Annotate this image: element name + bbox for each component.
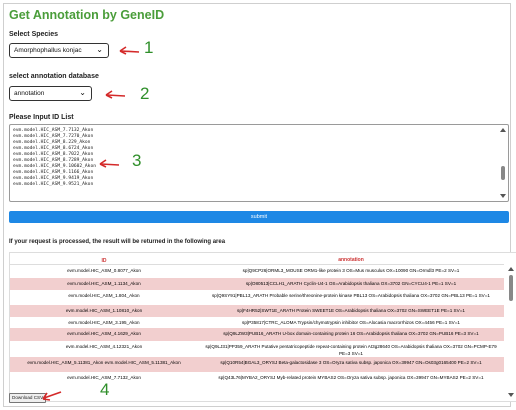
table-row: evm.model.HIC_ASM_3.195_Akon sp|P35817|CT… [10, 317, 504, 328]
database-value: annotation [14, 90, 45, 97]
table-row: evm.model.HIC_ASM_4.12321_Akon sp|Q9LJ31|… [10, 341, 504, 357]
id-list-line: evm.model.HIC_ASM_9.9521_Akon [13, 182, 94, 187]
cell-annotation: sp|F4HR52|SWT1E_ARATH Protein SWEET1E OS… [237, 308, 465, 313]
annotation-arrow-2-icon [105, 90, 126, 99]
header-id: ID [101, 258, 107, 264]
annotation-arrow-1-icon [119, 46, 140, 55]
cell-id: evm.model.HIC_ASM_1.804_Akon [68, 293, 140, 298]
cell-annotation: sp|Q9CP26|ORML3_MOUSE ORM1-like protein … [242, 268, 460, 273]
table-row: evm.model.HIC_ASM_1.10810_Akon sp|F4HR52|… [10, 305, 504, 317]
table-row: evm.model.HIC_ASM_4.1629_Akon sp|Q9LZW3|P… [10, 328, 504, 341]
table-row: evm.model.HIC_ASM_1.804_Akon sp|Q9SY91|PB… [10, 290, 504, 305]
id-list-label: Please Input ID List [9, 114, 74, 121]
page-title: Get Annotation by GeneID [9, 8, 165, 22]
cell-id: evm.model.HIC_ASM_1.1134_Akon [67, 281, 141, 286]
cell-annotation: sp|Q9LZW3|PUB16_ARATH U-box domain-conta… [223, 331, 479, 336]
species-label: Select Species [9, 31, 59, 38]
annotation-number-2: 2 [140, 84, 150, 103]
annotation-number-4: 4 [100, 380, 110, 399]
table-row: evm.model.HIC_ASM_1.1134_Akon sp|O80513|C… [10, 278, 504, 290]
cell-id: evm.model.HIC_ASM_3.195_Akon [68, 320, 140, 325]
table-row: evm.model.HIC_ASM_5.11381_Akon evm.model… [10, 357, 504, 372]
cell-annotation: sp|Q9LJ31|PP359_ARATH Putative pentatric… [205, 344, 497, 356]
id-list-content: evm.model.HIC_ASM_7.7132_Akon evm.model.H… [13, 128, 96, 188]
submit-button[interactable]: submit [9, 211, 509, 223]
cell-annotation: sp|Q9SY91|PBL13_ARATH Probable serine/th… [212, 293, 490, 298]
chevron-down-icon: ⌄ [79, 88, 86, 97]
header-annotation: annotation [338, 257, 364, 263]
table-row: evm.model.HIC_ASM_7.7132_Akon sp|Q43L76|M… [10, 372, 504, 387]
cell-id: evm.model.HIC_ASM_5.11381_Akon evm.model… [27, 360, 181, 365]
chevron-down-icon: ⌄ [96, 45, 103, 54]
cell-id: evm.model.HIC_ASM_1.10810_Akon [65, 308, 143, 313]
annotation-arrow-4-icon [42, 391, 62, 401]
annotation-number-3: 3 [132, 151, 142, 170]
cell-annotation: sp|Q10R54|BGAL3_ORYSJ Beta-galactosidase… [220, 360, 482, 365]
result-note: If your request is processed, the result… [9, 239, 226, 245]
id-list-textarea[interactable]: evm.model.HIC_ASM_7.7132_Akon evm.model.H… [9, 124, 509, 202]
cell-annotation: sp|O80513|CCLH1_ARATH Cyclin-U4-1 OS=Ara… [245, 281, 457, 286]
annotation-arrow-3-icon [99, 159, 120, 168]
database-select[interactable]: annotation ⌄ [9, 86, 92, 101]
textarea-scrollbar[interactable] [499, 126, 507, 200]
cell-id: evm.model.HIC_ASM_0.8077_Akon [67, 268, 141, 273]
cell-annotation: sp|Q43L76|MYBA2_ORYSJ Myb-related protei… [218, 375, 484, 380]
cell-annotation: sp|P35817|CTRC_ALOMA Trypsin/chymotrypsi… [242, 320, 460, 325]
table-header-row: ID annotation [10, 255, 504, 265]
table-row: evm.model.HIC_ASM_0.8077_Akon sp|Q9CP26|O… [10, 265, 504, 278]
annotation-number-1: 1 [144, 38, 154, 57]
species-select[interactable]: Amorphophallus konjac ⌄ [9, 43, 109, 58]
database-label: select annotation database [9, 73, 99, 80]
cell-id: evm.model.HIC_ASM_4.1629_Akon [67, 331, 141, 336]
species-value: Amorphophallus konjac [14, 47, 82, 54]
table-scrollbar[interactable] [507, 265, 515, 399]
result-table: ID annotation evm.model.HIC_ASM_0.8077_A… [9, 252, 516, 402]
cell-id: evm.model.HIC_ASM_4.12321_Akon [65, 344, 143, 349]
